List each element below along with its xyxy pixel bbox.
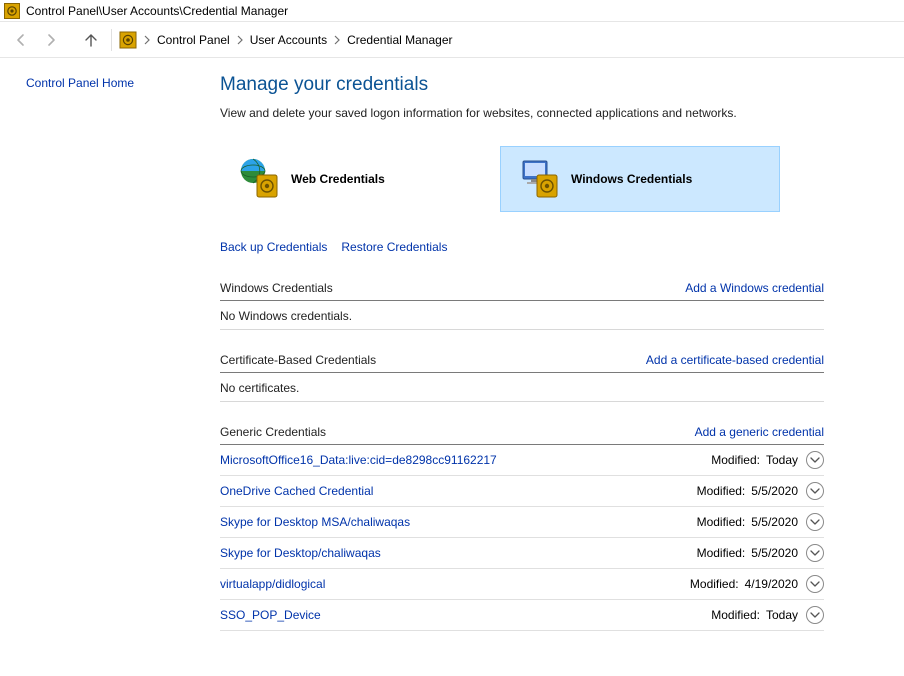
credential-row[interactable]: OneDrive Cached CredentialModified: 5/5/2…: [220, 476, 824, 507]
modified-value: Today: [766, 453, 798, 467]
breadcrumb-user-accounts[interactable]: User Accounts: [247, 31, 330, 49]
web-credentials-tile[interactable]: Web Credentials: [220, 146, 500, 212]
add-cert-credential-link[interactable]: Add a certificate-based credential: [646, 353, 824, 367]
windows-section-empty: No Windows credentials.: [220, 301, 824, 330]
breadcrumb-icon: [119, 31, 137, 49]
modified-label: Modified:: [697, 515, 746, 529]
generic-section-head: Generic Credentials Add a generic creden…: [220, 422, 824, 445]
restore-credentials-link[interactable]: Restore Credentials: [341, 240, 447, 254]
windows-section-title: Windows Credentials: [220, 281, 685, 295]
credential-row[interactable]: MicrosoftOffice16_Data:live:cid=de8298cc…: [220, 445, 824, 476]
page-description: View and delete your saved logon informa…: [220, 106, 824, 120]
chevron-right-icon[interactable]: [140, 33, 154, 47]
credential-row[interactable]: Skype for Desktop MSA/chaliwaqasModified…: [220, 507, 824, 538]
navbar: Control Panel User Accounts Credential M…: [0, 22, 904, 58]
main: Manage your credentials View and delete …: [220, 58, 904, 647]
chevron-down-icon[interactable]: [806, 482, 824, 500]
modified-value: 5/5/2020: [751, 546, 798, 560]
credential-row[interactable]: SSO_POP_DeviceModified: Today: [220, 600, 824, 631]
add-windows-credential-link[interactable]: Add a Windows credential: [685, 281, 824, 295]
modified-label: Modified:: [697, 484, 746, 498]
control-panel-home-link[interactable]: Control Panel Home: [26, 76, 134, 90]
modified-label: Modified:: [711, 453, 760, 467]
cert-section-head: Certificate-Based Credentials Add a cert…: [220, 350, 824, 373]
modified-label: Modified:: [690, 577, 739, 591]
credential-name[interactable]: OneDrive Cached Credential: [220, 484, 697, 498]
credential-row[interactable]: virtualapp/didlogicalModified: 4/19/2020: [220, 569, 824, 600]
cert-section-empty: No certificates.: [220, 373, 824, 402]
modified-value: 4/19/2020: [745, 577, 798, 591]
page-title: Manage your credentials: [220, 74, 824, 96]
modified-label: Modified:: [697, 546, 746, 560]
modified-label: Modified:: [711, 608, 760, 622]
titlebar: Control Panel\User Accounts\Credential M…: [0, 0, 904, 22]
add-generic-credential-link[interactable]: Add a generic credential: [695, 425, 824, 439]
credential-name[interactable]: virtualapp/didlogical: [220, 577, 690, 591]
titlebar-text: Control Panel\User Accounts\Credential M…: [26, 4, 288, 18]
windows-credentials-label: Windows Credentials: [571, 172, 692, 186]
sidebar: Control Panel Home: [0, 58, 220, 647]
generic-section-title: Generic Credentials: [220, 425, 695, 439]
credential-name[interactable]: Skype for Desktop MSA/chaliwaqas: [220, 515, 697, 529]
cert-section-title: Certificate-Based Credentials: [220, 353, 646, 367]
credential-name[interactable]: MicrosoftOffice16_Data:live:cid=de8298cc…: [220, 453, 711, 467]
action-links: Back up Credentials Restore Credentials: [220, 240, 824, 254]
web-credentials-label: Web Credentials: [291, 172, 385, 186]
modified-value: 5/5/2020: [751, 484, 798, 498]
control-panel-icon: [4, 3, 20, 19]
breadcrumb-control-panel[interactable]: Control Panel: [154, 31, 233, 49]
up-button[interactable]: [79, 28, 103, 52]
forward-button[interactable]: [39, 28, 63, 52]
backup-credentials-link[interactable]: Back up Credentials: [220, 240, 327, 254]
chevron-down-icon[interactable]: [806, 451, 824, 469]
chevron-right-icon[interactable]: [233, 33, 247, 47]
modified-value: Today: [766, 608, 798, 622]
web-credentials-icon: [237, 157, 281, 201]
credential-row[interactable]: Skype for Desktop/chaliwaqasModified: 5/5…: [220, 538, 824, 569]
windows-credentials-tile[interactable]: Windows Credentials: [500, 146, 780, 212]
credential-name[interactable]: Skype for Desktop/chaliwaqas: [220, 546, 697, 560]
credential-name[interactable]: SSO_POP_Device: [220, 608, 711, 622]
content: Control Panel Home Manage your credentia…: [0, 58, 904, 647]
chevron-down-icon[interactable]: [806, 575, 824, 593]
back-button[interactable]: [9, 28, 33, 52]
chevron-down-icon[interactable]: [806, 513, 824, 531]
generic-credentials-list: MicrosoftOffice16_Data:live:cid=de8298cc…: [220, 445, 824, 631]
windows-section-head: Windows Credentials Add a Windows creden…: [220, 278, 824, 301]
credential-tiles: Web Credentials Windows Credentials: [220, 146, 824, 212]
breadcrumb-credential-manager[interactable]: Credential Manager: [344, 31, 455, 49]
windows-credentials-icon: [517, 157, 561, 201]
nav-divider: [111, 29, 112, 51]
modified-value: 5/5/2020: [751, 515, 798, 529]
chevron-down-icon[interactable]: [806, 544, 824, 562]
chevron-right-icon[interactable]: [330, 33, 344, 47]
chevron-down-icon[interactable]: [806, 606, 824, 624]
